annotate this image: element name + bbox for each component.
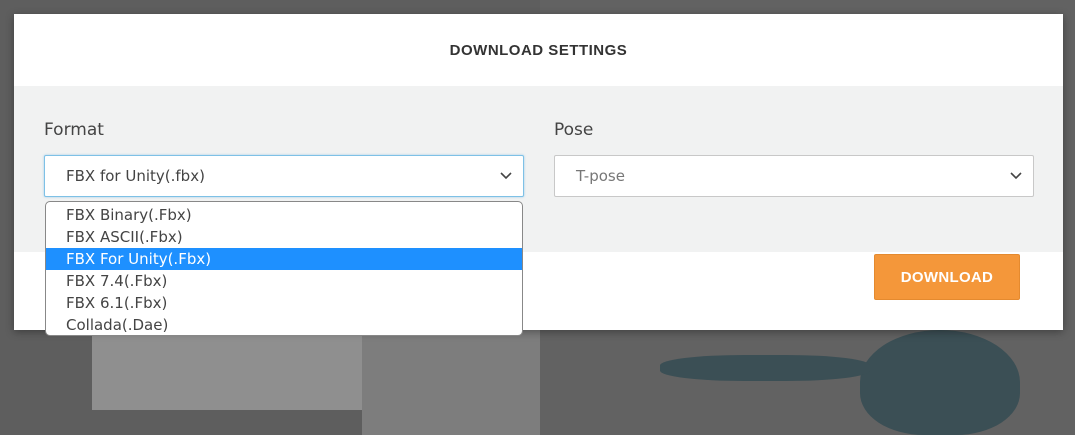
format-select-value: FBX for Unity(.fbx) — [66, 167, 205, 185]
pose-select-value: T-pose — [576, 167, 625, 185]
character-arm — [660, 355, 870, 381]
format-option[interactable]: FBX Binary(.Fbx) — [46, 204, 522, 226]
chevron-down-icon — [1010, 172, 1022, 180]
format-option[interactable]: Collada(.Dae) — [46, 314, 522, 335]
pose-select[interactable]: T-pose — [554, 155, 1034, 197]
background-card — [92, 330, 362, 410]
dialog-title: DOWNLOAD SETTINGS — [449, 41, 628, 59]
format-option[interactable]: FBX 6.1(.Fbx) — [46, 292, 522, 314]
background-card — [362, 330, 540, 435]
format-dropdown-list: FBX Binary(.Fbx) FBX ASCII(.Fbx) FBX For… — [45, 201, 523, 336]
format-select[interactable]: FBX for Unity(.fbx) — [44, 155, 524, 197]
format-option[interactable]: FBX 7.4(.Fbx) — [46, 270, 522, 292]
chevron-down-icon — [500, 172, 512, 180]
format-option-highlighted[interactable]: FBX For Unity(.Fbx) — [46, 248, 522, 270]
format-label: Format — [44, 120, 104, 140]
download-button[interactable]: DOWNLOAD — [874, 254, 1020, 300]
pose-label: Pose — [554, 120, 594, 140]
format-option[interactable]: FBX ASCII(.Fbx) — [46, 226, 522, 248]
character-model — [860, 330, 1020, 435]
